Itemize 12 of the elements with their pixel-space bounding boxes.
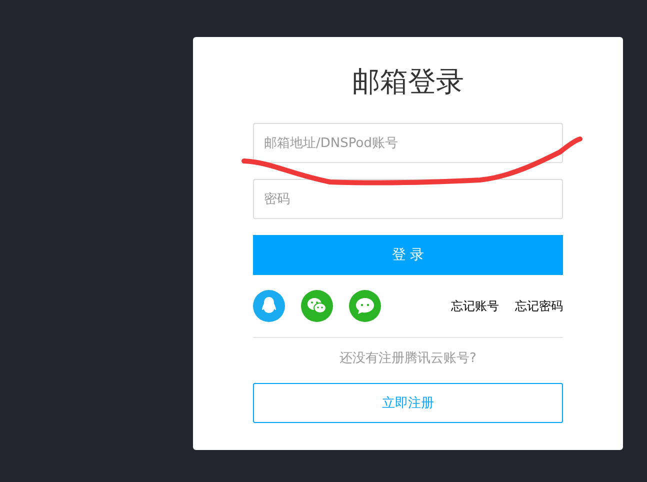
chat-bubbles-icon — [307, 297, 327, 315]
card-title: 邮箱登录 — [351, 64, 465, 100]
forgot-link[interactable]: 忘记密码 — [515, 298, 563, 314]
input-field[interactable]: 密码 — [253, 179, 563, 219]
input-field[interactable]: 邮箱地址/DNSPod账号 — [253, 123, 563, 163]
social-login-button[interactable] — [253, 290, 285, 322]
register-prompt: 还没有注册腾讯云账号? — [338, 350, 478, 368]
chat-bubble-icon — [355, 297, 375, 315]
penguin-icon — [261, 296, 277, 316]
social-login-button[interactable] — [301, 290, 333, 322]
forgot-link[interactable]: 忘记账号 — [451, 298, 499, 314]
social-login-button[interactable] — [349, 290, 381, 322]
